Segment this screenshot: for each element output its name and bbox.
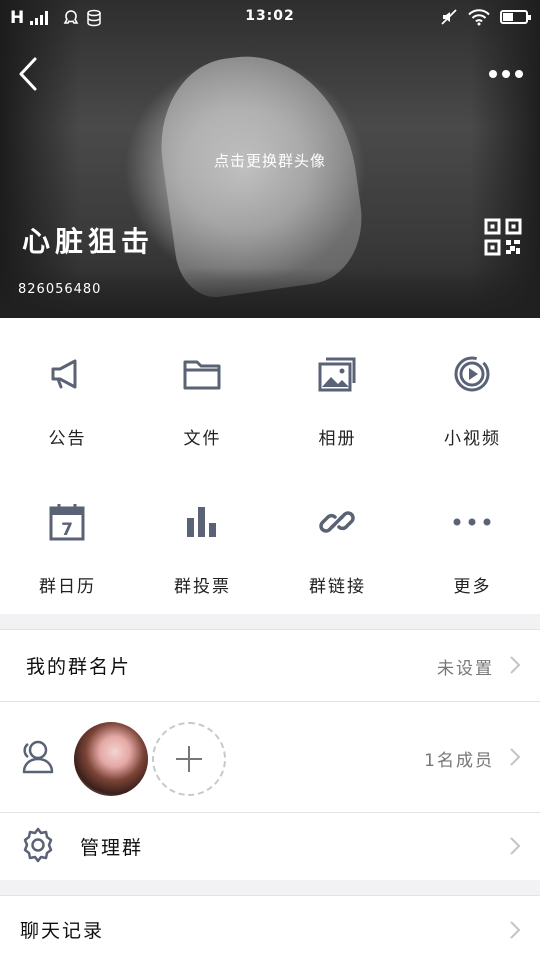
back-button[interactable] (8, 52, 48, 96)
poll-icon (182, 502, 222, 542)
more-options-button[interactable] (484, 60, 528, 88)
more-dots-icon (452, 502, 492, 542)
calendar-day: 7 (61, 520, 73, 540)
members-icon (22, 740, 54, 774)
group-name: 心脏狙击 (22, 225, 155, 258)
album-label: 相册 (318, 429, 357, 449)
more-features-button[interactable]: 更多 (405, 466, 540, 614)
files-button[interactable]: 文件 (135, 318, 270, 466)
group-calendar-label: 群日历 (39, 577, 96, 597)
member-count: 1名成员 (424, 751, 494, 771)
short-video-button[interactable]: 小视频 (405, 318, 540, 466)
album-button[interactable]: 相册 (270, 318, 405, 466)
announcement-label: 公告 (48, 429, 87, 449)
add-member-button[interactable] (152, 722, 226, 796)
group-info-page: H 13:02 点击更换群头像 心脏狙击 826056480 公告 文件 相册 … (0, 0, 540, 960)
gear-icon (23, 827, 53, 863)
status-right (440, 8, 531, 26)
short-video-label: 小视频 (444, 429, 501, 449)
chevron-left-icon (19, 57, 37, 91)
megaphone-icon (47, 354, 87, 394)
feature-grid: 公告 文件 相册 小视频 7 群日历 群投票 群链接 更多 (0, 318, 540, 614)
announcement-button[interactable]: 公告 (0, 318, 135, 466)
group-calendar-button[interactable]: 7 群日历 (0, 466, 135, 614)
my-group-card-title: 我的群名片 (26, 656, 132, 678)
link-icon (317, 502, 357, 542)
group-id: 826056480 (18, 282, 102, 297)
manage-group-row[interactable]: 管理群 (0, 813, 540, 880)
chat-history-row[interactable]: 聊天记录 (0, 896, 540, 960)
chat-history-title: 聊天记录 (20, 920, 105, 942)
member-avatar[interactable] (74, 722, 148, 796)
group-link-label: 群链接 (309, 577, 366, 597)
folder-icon (182, 354, 222, 394)
qr-code-icon (484, 218, 522, 256)
files-label: 文件 (183, 429, 222, 449)
plus-icon (176, 746, 202, 772)
video-icon (452, 354, 492, 394)
dot-icon (515, 70, 523, 78)
members-row[interactable]: 1名成员 (0, 702, 540, 812)
dot-icon (502, 70, 510, 78)
group-header[interactable]: H 13:02 点击更换群头像 心脏狙击 826056480 (0, 0, 540, 318)
group-poll-label: 群投票 (174, 577, 231, 597)
group-poll-button[interactable]: 群投票 (135, 466, 270, 614)
header-background-image (149, 42, 371, 303)
qr-code-button[interactable] (484, 218, 522, 256)
dot-icon (489, 70, 497, 78)
change-avatar-hint[interactable]: 点击更换群头像 (0, 150, 540, 171)
album-icon (317, 354, 357, 394)
group-link-button[interactable]: 群链接 (270, 466, 405, 614)
mute-icon (441, 9, 457, 25)
wifi-icon (468, 9, 490, 26)
chevron-right-icon (510, 921, 521, 939)
more-features-label: 更多 (453, 577, 492, 597)
chevron-right-icon (510, 837, 521, 855)
chevron-right-icon (510, 656, 521, 674)
chevron-right-icon (510, 748, 521, 766)
calendar-icon: 7 (47, 502, 87, 542)
manage-group-title: 管理群 (80, 837, 144, 859)
my-group-card-row[interactable]: 我的群名片 未设置 (0, 630, 540, 701)
my-group-card-value: 未设置 (437, 659, 494, 679)
status-bar: H 13:02 (0, 0, 540, 34)
battery-icon (500, 10, 531, 24)
